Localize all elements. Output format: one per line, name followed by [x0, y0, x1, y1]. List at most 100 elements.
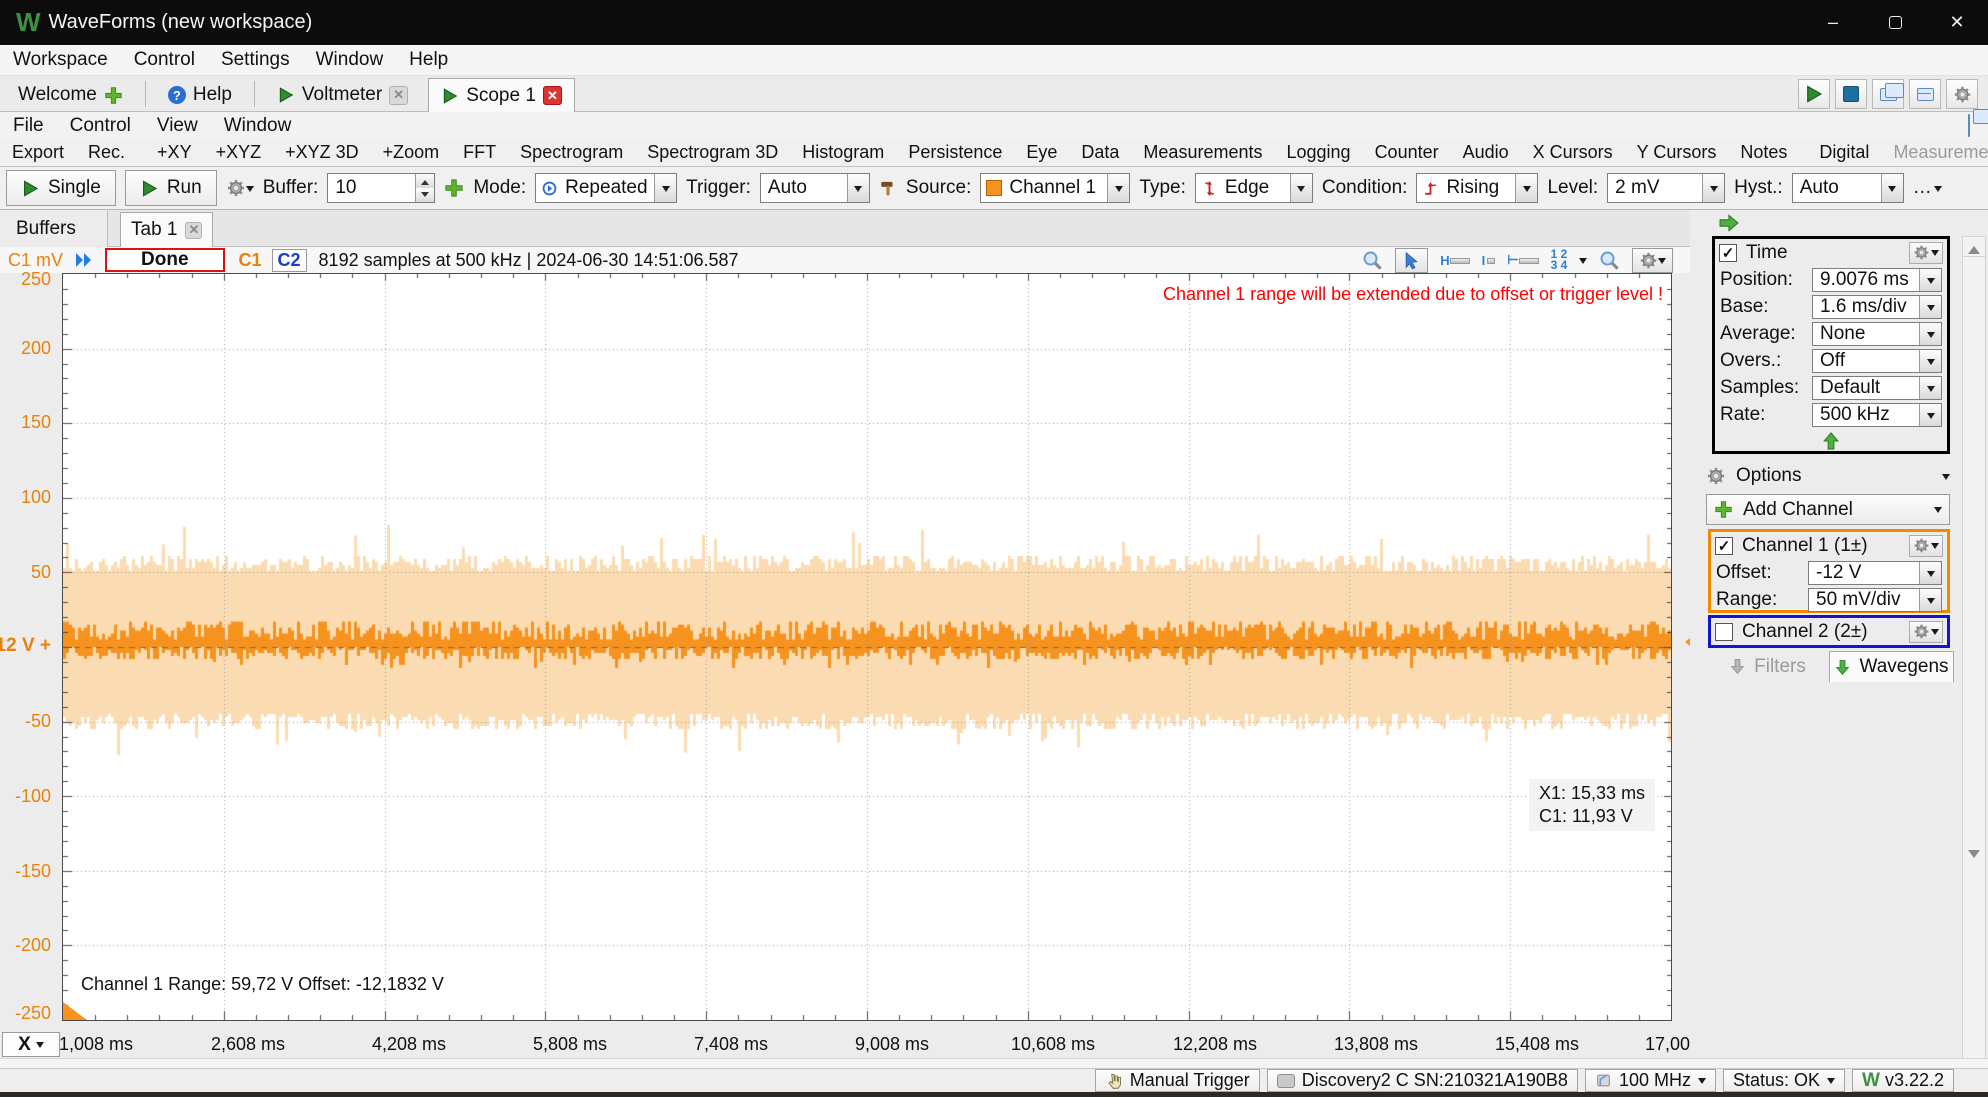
view-ycursors[interactable]: Y Cursors	[1625, 142, 1729, 163]
undock-window-button[interactable]	[1968, 115, 1970, 137]
options-row[interactable]: Options	[1706, 462, 1950, 490]
cascade-windows-button[interactable]	[1872, 79, 1904, 109]
minimize-button[interactable]: –	[1802, 0, 1864, 45]
view-spectrogram3d[interactable]: Spectrogram 3D	[635, 142, 790, 163]
view-rec[interactable]: Rec.	[76, 142, 137, 163]
buffer-stepper[interactable]: 10	[327, 173, 435, 203]
pointer-tool-button[interactable]	[1395, 248, 1428, 273]
more-options-button[interactable]: …	[1913, 177, 1942, 199]
view-eye[interactable]: Eye	[1014, 142, 1069, 163]
expand-chevrons-icon[interactable]	[73, 251, 95, 269]
close-tab-icon[interactable]: ✕	[389, 86, 408, 105]
view-notes[interactable]: Notes	[1728, 142, 1799, 163]
rate-up-icon[interactable]	[1715, 431, 1947, 451]
scope-menu-window[interactable]: Window	[211, 115, 305, 137]
samples-select[interactable]: Default	[1812, 376, 1942, 400]
view-audio[interactable]: Audio	[1451, 142, 1521, 163]
view-histogram[interactable]: Histogram	[790, 142, 896, 163]
tab-welcome[interactable]: Welcome	[6, 79, 135, 111]
trigger-position-marker[interactable]	[63, 1002, 87, 1020]
mode-select[interactable]: Repeated	[535, 173, 677, 203]
view-export[interactable]: Export	[0, 142, 76, 163]
scroll-down-button[interactable]	[1963, 847, 1985, 867]
single-button[interactable]: Single	[6, 170, 116, 206]
close-tab-icon[interactable]: ✕	[543, 86, 562, 105]
close-button[interactable]: ✕	[1926, 0, 1988, 45]
view-xyz3d[interactable]: +XYZ 3D	[273, 142, 371, 163]
view-logging[interactable]: Logging	[1274, 142, 1362, 163]
menu-workspace[interactable]: Workspace	[0, 49, 121, 71]
c2-badge[interactable]: C2	[272, 249, 307, 272]
view-spectrogram[interactable]: Spectrogram	[508, 142, 635, 163]
plot-settings-button[interactable]	[1632, 248, 1673, 273]
run-button[interactable]: Run	[125, 170, 217, 206]
tab-scope1[interactable]: Scope 1 ✕	[428, 78, 575, 112]
tab-1[interactable]: Tab 1 ✕	[120, 212, 213, 247]
view-measurements[interactable]: Measurements	[1131, 142, 1274, 163]
clock-button[interactable]: 100 MHz	[1585, 1069, 1716, 1092]
tab-filters[interactable]: Filters	[1706, 651, 1829, 682]
offset-select[interactable]: -12 V	[1808, 561, 1942, 585]
channel2-checkbox[interactable]	[1715, 623, 1733, 641]
device-button[interactable]: Discovery2 C SN:210321A190B8	[1267, 1069, 1578, 1092]
source-select[interactable]: Channel 1	[980, 173, 1130, 203]
buffers-tab[interactable]: Buffers	[0, 210, 108, 247]
rate-select[interactable]: 500 kHz	[1812, 403, 1942, 427]
view-data[interactable]: Data	[1069, 142, 1131, 163]
workspace-settings-button[interactable]	[1946, 79, 1978, 109]
view-xyz[interactable]: +XYZ	[204, 142, 274, 163]
base-select[interactable]: 1.6 ms/div	[1812, 295, 1942, 319]
oversampling-select[interactable]: Off	[1812, 349, 1942, 373]
buffer-settings-button[interactable]	[226, 178, 254, 198]
condition-select[interactable]: Rising	[1416, 173, 1538, 203]
time-checkbox[interactable]: ✓	[1719, 244, 1737, 262]
position-select[interactable]: 9.0076 ms	[1812, 268, 1942, 292]
menu-window[interactable]: Window	[303, 49, 397, 71]
range-select[interactable]: 50 mV/div	[1808, 588, 1942, 612]
scope-menu-control[interactable]: Control	[57, 115, 144, 137]
status-button[interactable]: Status: OK	[1723, 1069, 1845, 1092]
menu-help[interactable]: Help	[396, 49, 461, 71]
scroll-up-button[interactable]	[1963, 237, 1985, 257]
vertical-measure-icon[interactable]: I	[1482, 248, 1496, 272]
tab-voltmeter[interactable]: Voltmeter ✕	[265, 79, 420, 111]
view-persistence[interactable]: Persistence	[896, 142, 1014, 163]
menu-control[interactable]: Control	[121, 49, 208, 71]
tab-help[interactable]: ? Help	[156, 79, 244, 111]
scope-menu-view[interactable]: View	[144, 115, 211, 137]
channel1-settings-button[interactable]	[1909, 535, 1943, 557]
spin-down-button[interactable]	[416, 188, 434, 202]
spin-up-button[interactable]	[416, 174, 434, 188]
channel2-settings-button[interactable]	[1909, 621, 1943, 643]
zoom-fit-icon[interactable]	[1599, 248, 1620, 272]
x-axis-button[interactable]: X	[2, 1032, 60, 1057]
tile-windows-button[interactable]	[1909, 79, 1941, 109]
horizontal-measure-icon[interactable]: H	[1440, 248, 1469, 272]
view-xy[interactable]: +XY	[145, 142, 204, 163]
panel-scrollbar[interactable]	[1962, 236, 1986, 1062]
manual-trigger-button[interactable]: Manual Trigger	[1095, 1069, 1260, 1092]
quad-view-icon[interactable]: 1 23 4	[1551, 248, 1568, 272]
close-tab-icon[interactable]: ✕	[185, 222, 202, 239]
stop-all-button[interactable]	[1835, 79, 1867, 109]
average-select[interactable]: None	[1812, 322, 1942, 346]
level-select[interactable]: 2 mV	[1607, 173, 1725, 203]
view-zoom[interactable]: +Zoom	[371, 142, 452, 163]
add-buffer-icon[interactable]	[444, 178, 464, 198]
view-counter[interactable]: Counter	[1363, 142, 1451, 163]
c1-badge[interactable]: C1	[239, 250, 262, 271]
time-settings-button[interactable]	[1909, 242, 1943, 264]
view-digital[interactable]: Digital	[1807, 142, 1881, 163]
scope-menu-file[interactable]: File	[0, 115, 57, 137]
waveform-canvas[interactable]	[63, 274, 1671, 1020]
axis-unit-label[interactable]: C1 mV	[8, 250, 63, 271]
channel1-checkbox[interactable]: ✓	[1715, 537, 1733, 555]
version-button[interactable]: W v3.22.2	[1852, 1069, 1954, 1092]
view-fft[interactable]: FFT	[451, 142, 508, 163]
hysteresis-select[interactable]: Auto	[1792, 173, 1904, 203]
chevron-down-icon[interactable]	[1579, 258, 1587, 268]
run-all-button[interactable]	[1798, 79, 1830, 109]
panel-collapse-icon[interactable]	[1718, 212, 1740, 234]
manual-trigger-icon[interactable]	[879, 179, 897, 197]
menu-settings[interactable]: Settings	[208, 49, 303, 71]
